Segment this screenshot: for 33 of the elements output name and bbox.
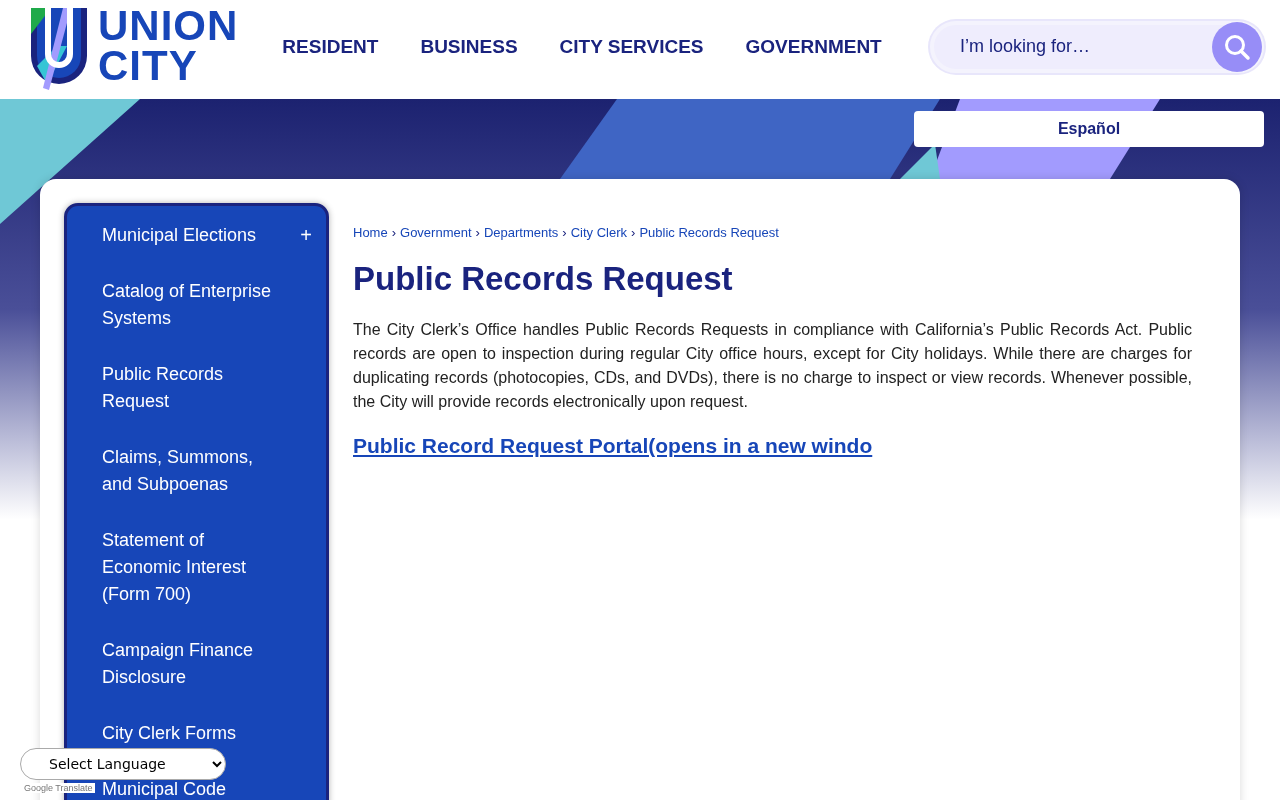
expand-toggle[interactable]: + bbox=[300, 222, 312, 249]
nav-link[interactable]: RESIDENT bbox=[282, 35, 379, 58]
breadcrumb-link[interactable]: City Clerk bbox=[570, 225, 628, 240]
language-button[interactable]: Español bbox=[914, 111, 1264, 147]
breadcrumb-separator: › bbox=[475, 225, 480, 240]
sidebar-link[interactable]: Claims, Summons, and Subpoenas bbox=[102, 444, 282, 498]
sidebar-link[interactable]: Public Records Request bbox=[102, 361, 282, 415]
sidebar-link[interactable]: Statement of Economic Interest (Form 700) bbox=[102, 527, 282, 608]
breadcrumb-link[interactable]: Public Records Request bbox=[639, 225, 779, 240]
search-button[interactable] bbox=[1212, 21, 1262, 72]
page-title: Public Records Request bbox=[353, 260, 734, 298]
nav-link[interactable]: GOVERNMENT bbox=[745, 35, 882, 58]
breadcrumb-link[interactable]: Departments bbox=[483, 225, 559, 240]
nav-link[interactable]: CITY SERVICES bbox=[559, 35, 704, 58]
breadcrumb-separator: › bbox=[631, 225, 636, 240]
search-field[interactable]: I’m looking for… bbox=[958, 35, 1212, 58]
sidebar-link[interactable]: Municipal Elections bbox=[102, 222, 282, 249]
breadcrumb-link[interactable]: Government bbox=[400, 225, 472, 240]
breadcrumb-separator: › bbox=[391, 225, 397, 240]
translate-credit: Google Translate bbox=[22, 783, 95, 793]
language-select[interactable]: Select Language bbox=[20, 748, 226, 780]
body-paragraph: The City Clerk’s Office handles Public Records Requests in compliance with California’s Public Records Act. Public records are open to inspection during regular City office hours, except for City holidays. While there are charges for duplicating records (photocopies, CDs, and DVDs), there is no charge to inspect or view records. Whenever possible, the City will provide records electronically upon request. bbox=[353, 320, 1192, 412]
breadcrumb-separator: › bbox=[562, 225, 567, 240]
sidebar-link[interactable]: Campaign Finance Disclosure bbox=[102, 637, 282, 691]
nav-link[interactable]: BUSINESS bbox=[420, 35, 518, 58]
search-bar[interactable]: I’m looking for… bbox=[930, 20, 1264, 73]
breadcrumb-link[interactable]: Home bbox=[353, 225, 388, 240]
logo-text[interactable]: UNION bbox=[98, 6, 239, 46]
portal-link[interactable]: Public Record Request Portal(opens in a new windo bbox=[353, 434, 873, 457]
sidebar-link[interactable]: Catalog of Enterprise Systems bbox=[102, 278, 282, 332]
sidebar-link[interactable]: City Clerk Forms bbox=[102, 720, 282, 747]
search-icon bbox=[1223, 32, 1251, 61]
logo-text[interactable]: CITY bbox=[98, 46, 239, 86]
